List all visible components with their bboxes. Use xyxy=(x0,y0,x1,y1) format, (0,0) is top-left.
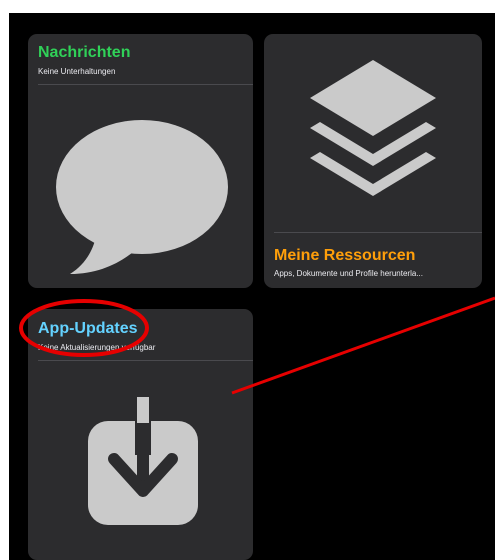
tile-resources[interactable]: Meine Ressourcen Apps, Dokumente und Pro… xyxy=(264,34,482,288)
tile-resources-title: Meine Ressourcen xyxy=(274,247,416,264)
speech-bubble-icon xyxy=(56,120,228,274)
tile-messages[interactable]: Nachrichten Keine Unterhaltungen xyxy=(28,34,253,288)
tile-messages-title: Nachrichten xyxy=(38,44,131,61)
tile-app-updates[interactable]: App-Updates Keine Aktualisierungen verfü… xyxy=(28,309,253,560)
tile-divider xyxy=(38,360,253,361)
tile-resources-subtitle: Apps, Dokumente und Profile herunterla..… xyxy=(274,269,423,278)
layers-icon xyxy=(310,60,436,196)
tile-divider xyxy=(274,232,482,233)
app-screen: Nachrichten Keine Unterhaltungen Meine R… xyxy=(9,13,495,560)
tile-app-updates-subtitle: Keine Aktualisierungen verfügbar xyxy=(38,343,156,352)
tile-app-updates-title: App-Updates xyxy=(38,320,138,337)
download-tray-icon xyxy=(88,397,198,525)
tile-messages-subtitle: Keine Unterhaltungen xyxy=(38,67,116,76)
tile-divider xyxy=(38,84,253,85)
